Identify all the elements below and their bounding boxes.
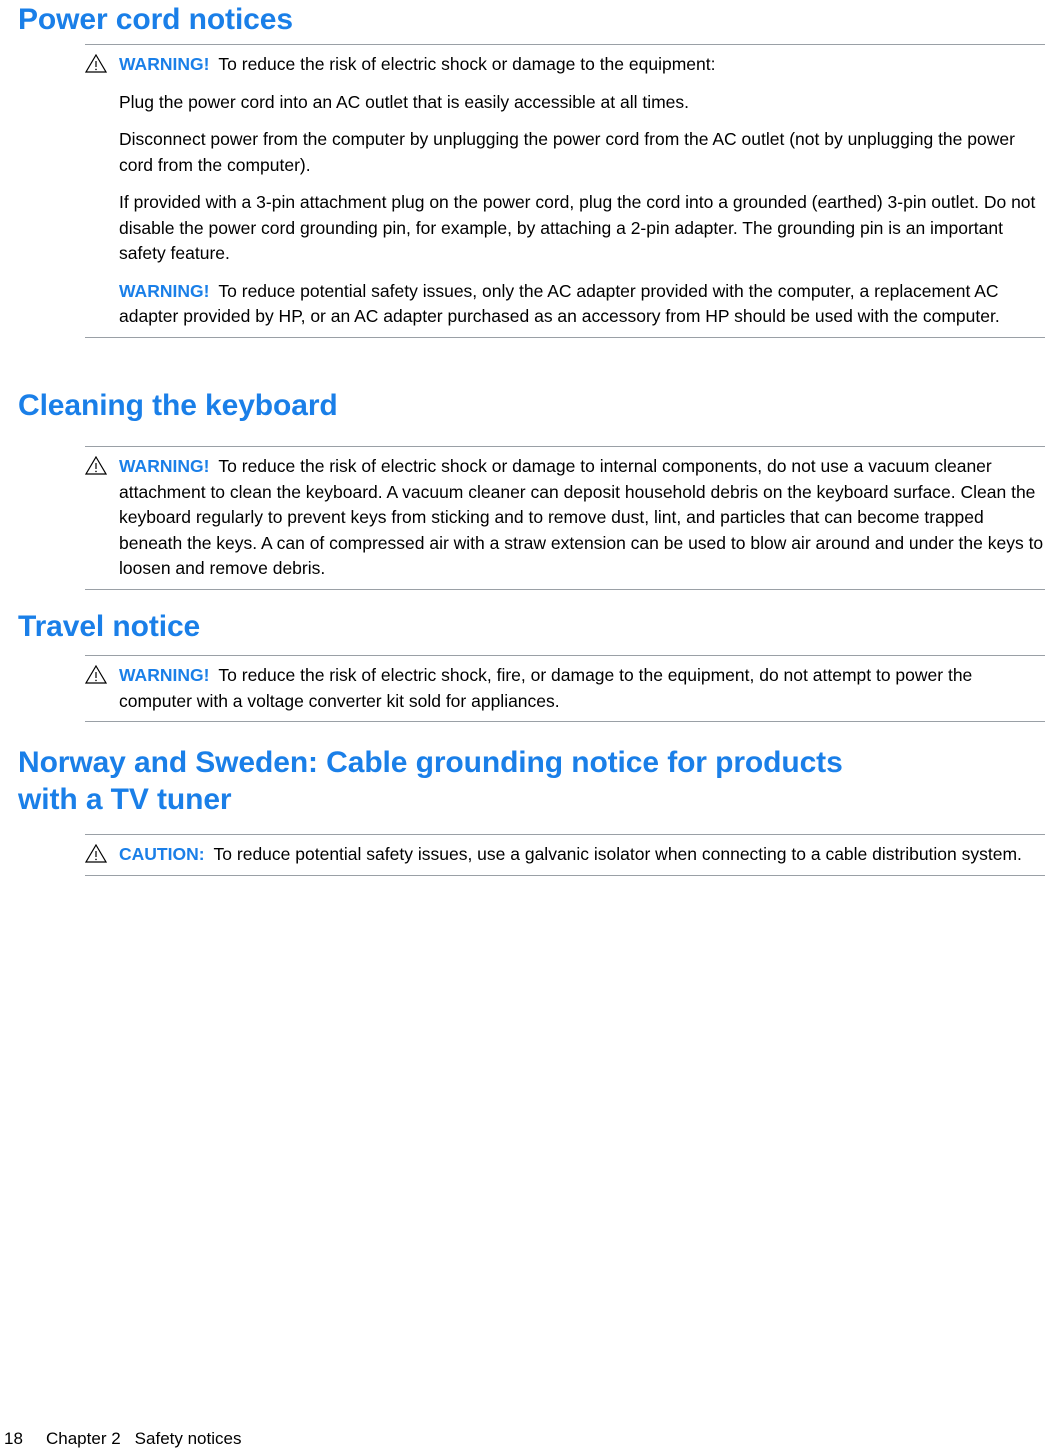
footer-chapter-title: Safety notices — [134, 1429, 242, 1448]
section-heading-power-cord-notices: Power cord notices — [18, 3, 293, 36]
note-block-travel-notice: WARNING! To reduce the risk of electric s… — [85, 655, 1045, 722]
note-paragraph: WARNING! To reduce the risk of electric s… — [119, 52, 1045, 78]
warning-label: WARNING! — [119, 665, 210, 685]
caution-label: CAUTION: — [119, 844, 205, 864]
warning-triangle-icon — [85, 665, 107, 684]
note-paragraph: WARNING! To reduce potential safety issue… — [119, 279, 1045, 330]
section-heading-cleaning-the-keyboard: Cleaning the keyboard — [18, 389, 338, 422]
warning-triangle-icon — [85, 54, 107, 73]
note-text: To reduce the risk of electric shock or … — [218, 54, 716, 74]
note-paragraph: WARNING! To reduce the risk of electric s… — [119, 454, 1045, 582]
note-text: Disconnect power from the computer by un… — [119, 129, 1015, 175]
note-text: To reduce the risk of electric shock or … — [119, 456, 1044, 578]
note-block-norway-sweden: CAUTION: To reduce potential safety issue… — [85, 834, 1045, 876]
section-heading-norway-sweden-cable-grounding: Norway and Sweden: Cable grounding notic… — [18, 746, 843, 816]
note-block-power-cord: WARNING! To reduce the risk of electric s… — [85, 44, 1045, 338]
note-block-cleaning-keyboard: WARNING! To reduce the risk of electric s… — [85, 446, 1045, 590]
footer-page-number: 18 — [4, 1429, 23, 1448]
section-heading-travel-notice: Travel notice — [18, 610, 201, 643]
warning-label: WARNING! — [119, 54, 210, 74]
footer-chapter-number: Chapter 2 — [46, 1429, 121, 1448]
warning-triangle-icon — [85, 456, 107, 475]
warning-label: WARNING! — [119, 280, 210, 301]
note-paragraph: Disconnect power from the computer by un… — [119, 127, 1045, 178]
note-text: To reduce potential safety issues, only … — [119, 280, 1000, 327]
warning-triangle-icon — [85, 844, 107, 863]
note-paragraph: Plug the power cord into an AC outlet th… — [119, 90, 1045, 116]
note-text: To reduce potential safety issues, use a… — [213, 844, 1022, 864]
warning-label: WARNING! — [119, 456, 210, 476]
footer-chapter: Chapter 2 Safety notices — [46, 1429, 241, 1449]
note-paragraph: CAUTION: To reduce potential safety issue… — [119, 842, 1045, 868]
note-paragraph: WARNING! To reduce the risk of electric s… — [119, 663, 1045, 714]
document-page: Power cord notices WARNING! To reduce the… — [0, 0, 1051, 1448]
note-text: If provided with a 3-pin attachment plug… — [119, 192, 1036, 263]
note-text: To reduce the risk of electric shock, fi… — [119, 665, 973, 711]
note-paragraph: If provided with a 3-pin attachment plug… — [119, 190, 1045, 267]
note-text: Plug the power cord into an AC outlet th… — [119, 91, 690, 112]
